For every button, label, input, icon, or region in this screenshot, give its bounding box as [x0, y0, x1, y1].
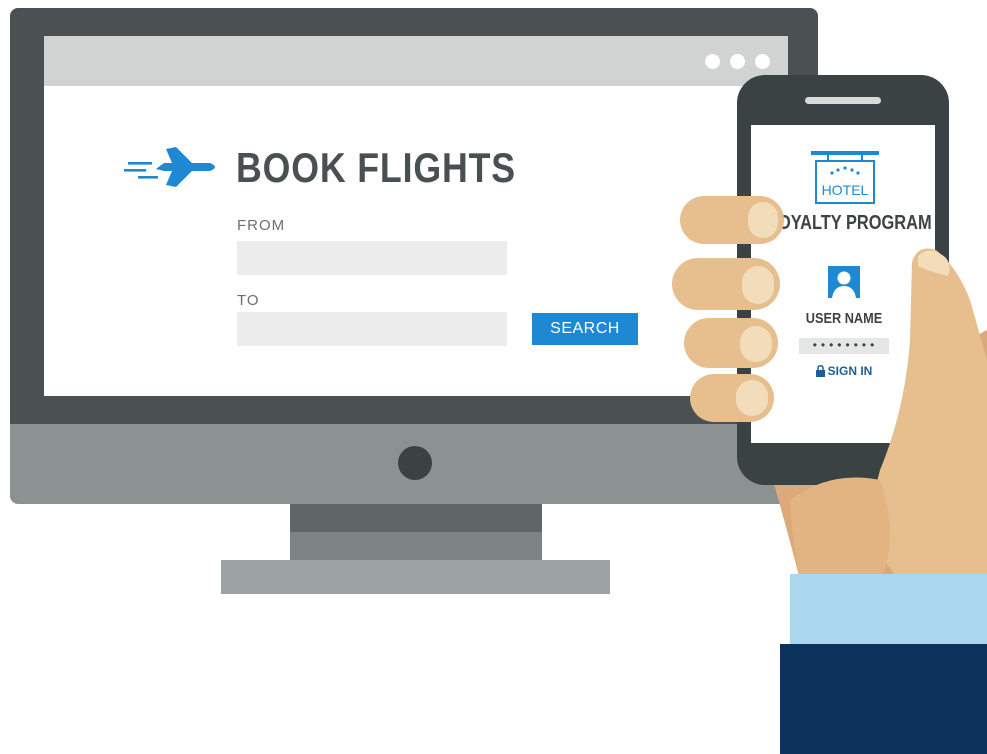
- monitor-power-button: [398, 446, 432, 480]
- window-dot[interactable]: [730, 53, 745, 69]
- to-input[interactable]: [237, 312, 507, 346]
- window-dot[interactable]: [755, 53, 770, 69]
- to-label: TO: [237, 292, 260, 309]
- sign-in-label: SIGN IN: [827, 364, 873, 378]
- monitor-stand-neck-lower: [290, 532, 542, 560]
- search-button[interactable]: SEARCH: [532, 313, 638, 345]
- monitor-stand-base: [221, 560, 610, 594]
- user-name-label: USER NAME: [805, 310, 883, 327]
- phone-speaker: [805, 97, 881, 104]
- page-title: BOOK FLIGHTS: [236, 144, 516, 191]
- from-input[interactable]: [237, 241, 507, 275]
- window-dot[interactable]: [705, 53, 720, 69]
- user-icon: [828, 266, 860, 298]
- password-field[interactable]: [799, 338, 889, 354]
- airplane-icon: [124, 147, 215, 187]
- lock-icon: [815, 365, 825, 377]
- loyalty-program-title: LOYALTY PROGRAM: [767, 212, 932, 234]
- from-label: FROM: [237, 217, 286, 234]
- browser-title-bar: [44, 36, 788, 86]
- hotel-sign-text: HOTEL: [821, 182, 869, 198]
- sign-in-button[interactable]: SIGN IN: [808, 362, 880, 380]
